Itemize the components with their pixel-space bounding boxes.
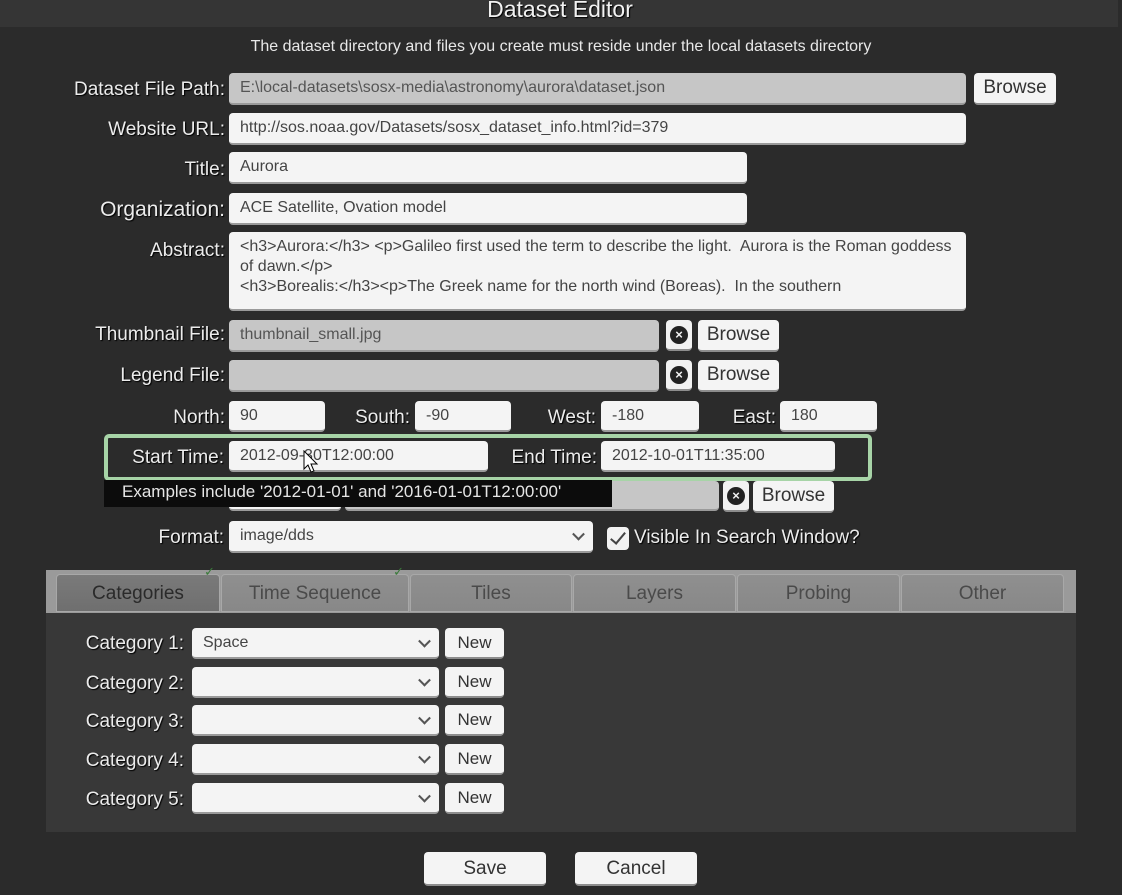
- data-link-browse-button[interactable]: Browse: [753, 481, 834, 513]
- east-input[interactable]: 180: [780, 401, 877, 432]
- dataset-file-path-field[interactable]: E:\local-datasets\sosx-media\astronomy\a…: [229, 73, 966, 105]
- category-1-value: Space: [203, 634, 249, 651]
- mouse-cursor-icon: [303, 450, 319, 473]
- category-5-label: Category 5:: [85, 789, 184, 810]
- start-time-label: Start Time:: [132, 447, 224, 468]
- tab-panel: Categories ✓ Time Sequence ✓ Tiles Layer…: [46, 565, 1076, 832]
- visible-in-search-checkbox[interactable]: [607, 527, 629, 550]
- tab-label: Other: [958, 583, 1007, 604]
- chevron-down-icon: [418, 673, 431, 687]
- website-url-input[interactable]: http://sos.noaa.gov/Datasets/sosx_datase…: [229, 113, 966, 145]
- dataset-file-path-browse-button[interactable]: Browse: [974, 73, 1056, 105]
- category-2-label: Category 2:: [85, 673, 184, 694]
- time-format-tooltip: Examples include '2012-01-01' and '2016-…: [104, 480, 612, 507]
- tab-label: Categories: [92, 583, 184, 604]
- thumbnail-file-label: Thumbnail File:: [95, 324, 225, 345]
- chevron-down-icon: [418, 634, 431, 648]
- west-label: West:: [547, 407, 596, 428]
- chevron-down-icon: [418, 750, 431, 764]
- end-time-label: End Time:: [511, 447, 597, 468]
- format-select[interactable]: image/dds: [229, 521, 593, 553]
- legend-browse-button[interactable]: Browse: [698, 360, 779, 392]
- format-label: Format:: [158, 527, 224, 548]
- organization-input[interactable]: ACE Satellite, Ovation model: [229, 193, 747, 225]
- checkmark-icon: ✓: [204, 564, 215, 579]
- category-1-select[interactable]: Space: [192, 628, 439, 659]
- circle-x-icon: ×: [727, 486, 745, 505]
- category-3-select[interactable]: [192, 705, 439, 736]
- north-input[interactable]: 90: [229, 401, 325, 432]
- website-url-label: Website URL:: [108, 119, 225, 140]
- checkmark-icon: ✓: [393, 564, 404, 579]
- category-2-new-button[interactable]: New: [445, 667, 504, 698]
- chevron-down-icon: [418, 789, 431, 803]
- save-button[interactable]: Save: [424, 852, 546, 886]
- tab-tiles[interactable]: Tiles: [410, 574, 572, 612]
- data-link-clear-button[interactable]: ×: [723, 481, 749, 512]
- visible-in-search-label[interactable]: Visible In Search Window?: [634, 527, 860, 549]
- north-label: North:: [173, 407, 225, 428]
- start-time-input[interactable]: 2012-09-30T12:00:00: [229, 441, 488, 472]
- tab-label: Tiles: [471, 583, 511, 604]
- south-label: South:: [355, 407, 410, 428]
- category-5-select[interactable]: [192, 783, 439, 814]
- abstract-label: Abstract:: [150, 240, 225, 261]
- tab-label: Layers: [625, 583, 684, 604]
- category-3-new-button[interactable]: New: [445, 705, 504, 736]
- legend-file-field[interactable]: [229, 360, 659, 392]
- organization-label: Organization:: [100, 198, 225, 221]
- category-4-select[interactable]: [192, 744, 439, 775]
- directory-note: The dataset directory and files you crea…: [250, 38, 872, 55]
- tab-probing[interactable]: Probing: [737, 574, 900, 612]
- thumbnail-file-field[interactable]: thumbnail_small.jpg: [229, 320, 659, 352]
- category-4-label: Category 4:: [85, 750, 184, 771]
- end-time-input[interactable]: 2012-10-01T11:35:00: [601, 441, 835, 472]
- east-label: East:: [732, 407, 776, 428]
- tab-categories[interactable]: Categories ✓: [56, 565, 220, 612]
- category-2-select[interactable]: [192, 667, 439, 698]
- cancel-button[interactable]: Cancel: [575, 852, 697, 886]
- south-input[interactable]: -90: [415, 401, 511, 432]
- tab-label: Probing: [785, 583, 852, 604]
- circle-x-icon: ×: [670, 325, 688, 344]
- window-title: Dataset Editor: [487, 0, 633, 22]
- category-4-new-button[interactable]: New: [445, 744, 504, 775]
- dataset-file-path-label: Dataset File Path:: [73, 79, 225, 100]
- tab-other[interactable]: Other: [901, 574, 1064, 612]
- west-input[interactable]: -180: [601, 401, 699, 432]
- format-value: image/dds: [240, 527, 314, 544]
- abstract-textarea[interactable]: <h3>Aurora:</h3> <p>Galileo first used t…: [229, 232, 966, 311]
- title-input[interactable]: Aurora: [229, 152, 747, 184]
- chevron-down-icon: [572, 527, 585, 541]
- chevron-down-icon: [418, 711, 431, 725]
- tab-bar: Categories ✓ Time Sequence ✓ Tiles Layer…: [46, 565, 1076, 613]
- category-1-new-button[interactable]: New: [445, 628, 504, 659]
- title-label: Title:: [184, 159, 225, 180]
- legend-clear-button[interactable]: ×: [666, 360, 692, 391]
- thumbnail-browse-button[interactable]: Browse: [698, 320, 779, 352]
- category-1-label: Category 1:: [85, 633, 184, 654]
- tab-time-sequence[interactable]: Time Sequence ✓: [221, 565, 409, 612]
- category-5-new-button[interactable]: New: [445, 783, 504, 814]
- tab-layers[interactable]: Layers: [573, 574, 736, 612]
- legend-file-label: Legend File:: [120, 365, 225, 386]
- thumbnail-clear-button[interactable]: ×: [666, 320, 692, 351]
- circle-x-icon: ×: [670, 365, 688, 384]
- tab-label: Time Sequence: [248, 583, 382, 604]
- category-3-label: Category 3:: [85, 711, 184, 732]
